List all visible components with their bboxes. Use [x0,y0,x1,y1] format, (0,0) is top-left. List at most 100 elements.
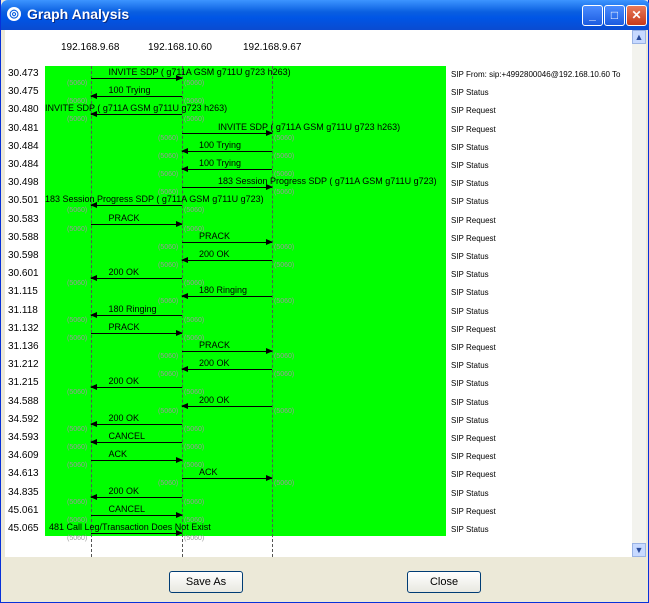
message-arrow[interactable] [90,93,182,100]
message-label[interactable]: PRACK [199,231,230,241]
message-arrow[interactable] [182,475,273,482]
message-label[interactable]: 200 OK [199,358,230,368]
row-time: 31.136 [8,341,39,352]
row-time: 30.473 [8,68,39,79]
message-arrow[interactable] [90,202,182,209]
arrowhead-icon [181,366,188,373]
message-arrow[interactable] [182,129,273,136]
arrowhead-icon [181,147,188,154]
app-icon: ◎ [7,7,21,21]
message-label[interactable]: INVITE SDP ( g711A GSM g711U g723 h263) [109,67,291,77]
row-time: 31.132 [8,322,39,334]
message-arrow[interactable] [90,111,182,118]
host-label: 192.168.9.68 [61,42,120,53]
row-comment: SIP Request [451,506,496,516]
row-comment: SIP Status [451,161,489,170]
message-arrow[interactable] [91,457,183,464]
port-label: (5060) [184,444,205,451]
port-label: (5060) [274,353,295,360]
arrowhead-icon [90,93,97,100]
message-label[interactable]: 180 Ringing [199,285,247,295]
message-label[interactable]: 183 Session Progress SDP ( g711A GSM g71… [45,194,264,204]
port-label: (5060) [67,116,88,124]
message-label[interactable]: PRACK [109,213,140,223]
message-arrow[interactable] [182,348,273,354]
scroll-up-icon[interactable]: ▲ [632,30,646,44]
row-time: 30.601 [8,268,39,280]
message-label[interactable]: ACK [109,449,128,459]
scroll-down-icon[interactable]: ▼ [632,543,646,557]
row-time: 31.212 [8,359,39,371]
message-label[interactable]: 100 Trying [199,140,241,150]
row-time: 34.592 [8,413,39,425]
vertical-scrollbar[interactable]: ▲ ▼ [632,30,646,557]
message-arrow[interactable] [181,366,272,373]
message-arrow[interactable] [181,166,272,172]
port-label: (5060) [158,371,179,379]
arrowhead-icon [176,511,183,518]
arrowhead-icon [266,348,273,354]
message-arrow[interactable] [181,402,272,409]
message-label[interactable]: INVITE SDP ( g711A GSM g711U g723 h263) [218,122,400,132]
row-comment: SIP Status [451,525,489,534]
message-label[interactable]: 200 OK [109,413,140,423]
minimize-button[interactable]: _ [582,5,603,26]
message-label[interactable]: 100 Trying [199,158,241,168]
message-label[interactable]: 200 OK [109,486,140,496]
close-window-button[interactable]: ✕ [626,5,647,26]
message-label[interactable]: 180 Ringing [109,304,157,314]
port-label: (5060) [158,353,179,360]
message-label[interactable]: 481 Call Leg/Transaction Does Not Exist [49,522,211,532]
row-time: 30.598 [8,250,39,261]
save-as-button[interactable]: Save As [169,571,243,593]
message-label[interactable]: CANCEL [109,431,146,441]
graph-content: 192.168.9.68 192.168.10.60 192.168.9.67 … [5,30,646,557]
message-label[interactable]: 200 OK [199,249,230,259]
message-label[interactable]: PRACK [199,340,230,350]
message-label[interactable]: 183 Session Progress SDP ( g711A GSM g71… [218,176,437,186]
message-arrow[interactable] [90,311,182,318]
port-label: (5060) [158,134,179,142]
message-arrow[interactable] [90,493,182,500]
message-arrow[interactable] [91,530,183,536]
message-label[interactable]: 100 Trying [109,85,151,95]
message-label[interactable]: INVITE SDP ( g711A GSM g711U g723 h263) [45,103,227,113]
row-comment: SIP Status [451,252,489,261]
row-comment: SIP From: sip:+4992800046@192.168.10.60 … [451,70,621,79]
message-arrow[interactable] [181,257,272,263]
message-arrow[interactable] [91,329,183,336]
message-label[interactable]: PRACK [109,322,140,332]
maximize-button[interactable]: □ [604,5,625,26]
message-label[interactable]: CANCEL [109,504,146,514]
row-time: 30.501 [8,195,39,207]
port-label: (5060) [158,243,179,251]
close-button[interactable]: Close [407,571,481,593]
arrowhead-icon [90,384,97,391]
message-arrow[interactable] [91,511,183,518]
flow-area [45,66,446,536]
message-label[interactable]: 200 OK [199,395,230,405]
message-arrow[interactable] [182,184,273,191]
port-label: (5060) [67,207,88,215]
message-arrow[interactable] [90,275,182,282]
message-arrow[interactable] [90,420,182,427]
message-arrow[interactable] [90,439,182,445]
message-label[interactable]: 200 OK [109,376,140,386]
port-label: (5060) [184,535,205,542]
row-comment: SIP Request [451,434,496,443]
row-comment: SIP Status [451,488,489,498]
message-arrow[interactable] [90,384,182,391]
arrowhead-icon [176,457,183,464]
title-bar[interactable]: ◎ Graph Analysis _ □ ✕ [1,0,649,30]
message-arrow[interactable] [91,220,183,227]
message-label[interactable]: ACK [199,467,218,477]
message-arrow[interactable] [181,147,272,154]
arrowhead-icon [90,439,97,445]
row-comment: SIP Request [451,470,496,480]
message-arrow[interactable] [181,293,272,300]
port-label: (5060) [158,480,179,488]
message-arrow[interactable] [91,75,183,81]
message-label[interactable]: 200 OK [109,267,140,277]
arrowhead-icon [90,420,97,427]
message-arrow[interactable] [182,238,273,245]
